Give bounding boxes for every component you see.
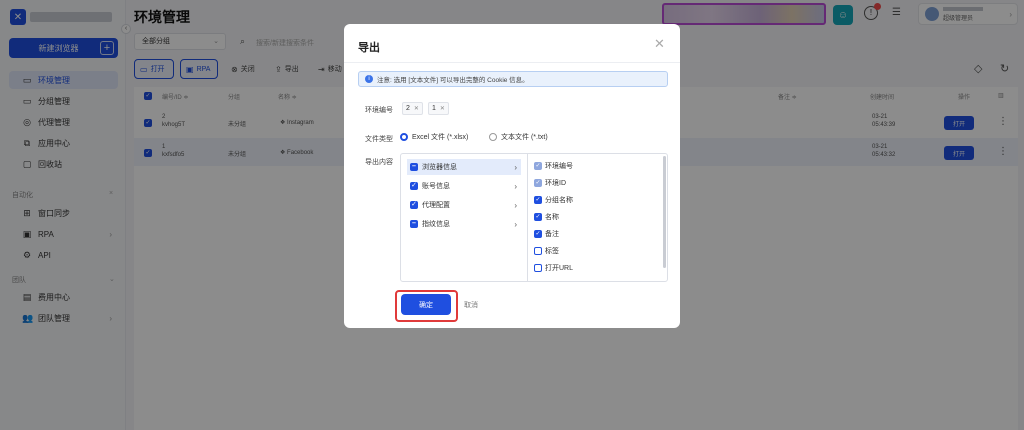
chevron-right-icon: › [514,219,517,229]
checkbox-checked-icon[interactable]: ✓ [534,196,542,204]
checkbox-disabled-icon: ✓ [534,162,542,170]
tag-close-icon[interactable]: ✕ [414,105,419,112]
field-label: 分组名称 [545,197,573,204]
radio-label: 文本文件 (*.txt) [501,134,548,141]
export-dialog: 导出 ✕ i 注意: 选用 [文本文件] 可以导出完整的 Cookie 信息。 … [344,24,680,328]
category-label: 浏览器信息 [422,164,457,171]
divider [344,62,680,63]
checkbox-checked-icon[interactable]: ✓ [410,182,418,190]
close-icon[interactable]: ✕ [654,36,665,52]
checkbox-checked-icon[interactable]: ✓ [534,213,542,221]
field-env-id[interactable]: ✓ 环境ID [534,178,566,188]
checkbox-partial-icon[interactable]: – [410,163,418,171]
category-label: 账号信息 [422,183,450,190]
field-label: 环境编号 [545,163,573,170]
field-label: 打开URL [545,265,574,272]
field-group-name[interactable]: ✓ 分组名称 [534,195,573,205]
checkbox-unchecked-icon[interactable] [534,264,542,272]
cancel-button[interactable]: 取消 [464,300,478,310]
category-label: 指纹信息 [422,221,450,228]
field-name[interactable]: ✓ 名称 [534,212,559,222]
divider [527,154,528,281]
radio-unselected-icon [489,133,497,141]
env-tag-text: 2 [406,105,410,112]
file-type-label: 文件类型 [365,136,393,143]
category-label: 代理配置 [422,202,450,209]
tag-close-icon[interactable]: ✕ [440,105,445,112]
chevron-right-icon: › [514,162,517,172]
checkbox-disabled-icon: ✓ [534,179,542,187]
dialog-title: 导出 [358,42,380,54]
field-open-url[interactable]: 打开URL [534,263,573,273]
file-type-excel-radio[interactable]: Excel 文件 (*.xlsx) [400,132,468,142]
category-account[interactable]: ✓ 账号信息 › [407,178,521,194]
field-remark[interactable]: ✓ 备注 [534,229,559,239]
file-type-txt-radio[interactable]: 文本文件 (*.txt) [489,132,548,142]
category-fingerprint[interactable]: – 指纹信息 › [407,216,521,232]
category-proxy[interactable]: ✓ 代理配置 › [407,197,521,213]
env-label: 环境编号 [365,107,393,114]
confirm-button[interactable]: 确定 [401,294,451,315]
checkbox-partial-icon[interactable]: – [410,220,418,228]
chevron-right-icon: › [514,181,517,191]
notice-text: 注意: 选用 [文本文件] 可以导出完整的 Cookie 信息。 [377,77,529,84]
radio-label: Excel 文件 (*.xlsx) [412,134,469,141]
checkbox-checked-icon[interactable]: ✓ [410,201,418,209]
chevron-right-icon: › [514,200,517,210]
scrollbar[interactable] [663,156,666,268]
field-env-serial[interactable]: ✓ 环境编号 [534,161,573,171]
field-label: 环境ID [545,180,566,187]
field-label: 标签 [545,248,559,255]
field-tags[interactable]: 标签 [534,246,559,256]
env-tag: 1 ✕ [428,102,449,115]
notice-banner: i 注意: 选用 [文本文件] 可以导出完整的 Cookie 信息。 [358,71,668,87]
env-tag-text: 1 [432,105,436,112]
field-label: 备注 [545,231,559,238]
env-tag: 2 ✕ [402,102,423,115]
content-label: 导出内容 [365,159,393,166]
checkbox-checked-icon[interactable]: ✓ [534,230,542,238]
field-label: 名称 [545,214,559,221]
info-icon: i [365,75,373,83]
category-browser[interactable]: – 浏览器信息 › [407,159,521,175]
checkbox-unchecked-icon[interactable] [534,247,542,255]
radio-selected-icon [400,133,408,141]
